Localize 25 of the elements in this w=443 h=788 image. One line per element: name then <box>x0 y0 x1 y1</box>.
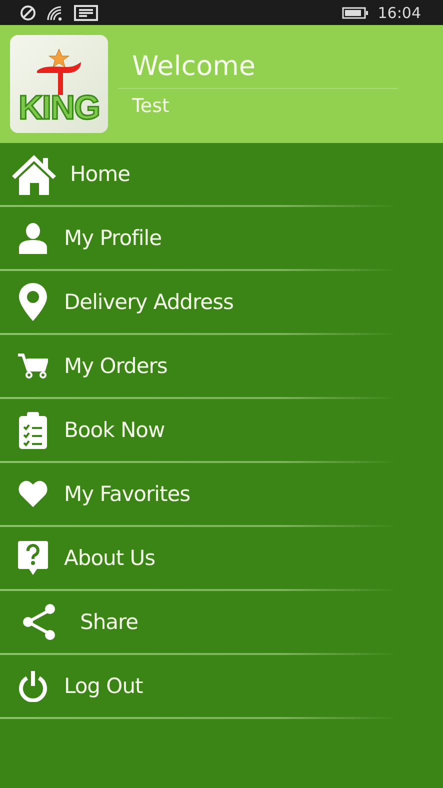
location-pin-icon <box>19 283 47 321</box>
menu-item[interactable]: Share <box>0 591 443 653</box>
battery-icon <box>342 6 368 18</box>
menu-item[interactable]: Home <box>0 143 443 205</box>
question-bubble-icon <box>18 541 48 575</box>
menu-item[interactable]: My Favorites <box>0 463 443 525</box>
cart-icon <box>18 353 48 379</box>
menu-item[interactable]: My Orders <box>0 335 443 397</box>
clipboard-checklist-icon <box>18 410 48 450</box>
app-logo: KING <box>10 35 108 133</box>
menu-item[interactable]: Delivery Address <box>0 271 443 333</box>
wifi-icon <box>46 4 64 20</box>
message-icon <box>74 4 98 20</box>
share-icon <box>22 604 56 640</box>
power-icon <box>18 670 48 702</box>
welcome-title: Welcome <box>118 51 398 89</box>
home-icon <box>10 152 58 196</box>
person-icon <box>18 222 48 254</box>
menu-item[interactable]: Log Out <box>0 655 443 717</box>
clock-time: 16:04 <box>378 4 421 22</box>
user-name: Test <box>131 94 170 117</box>
menu-item[interactable]: About Us <box>0 527 443 589</box>
menu-item[interactable]: My Profile <box>0 207 443 269</box>
heart-icon <box>18 480 48 508</box>
menu-item[interactable]: Book Now <box>0 399 443 461</box>
